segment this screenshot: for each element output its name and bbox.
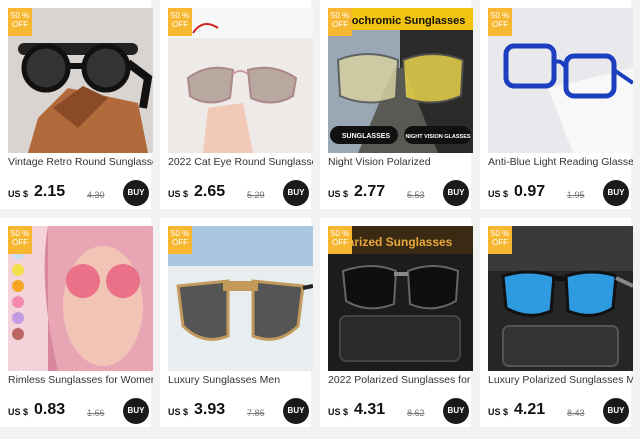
product-image[interactable]: 50 % OFF bbox=[488, 8, 633, 153]
price-row: US $ 0.83 1.66 BUY bbox=[8, 398, 153, 424]
image-label-left: SUNGLASSES bbox=[342, 133, 391, 140]
discount-badge: 50 % OFF bbox=[8, 8, 32, 36]
product-title[interactable]: Anti-Blue Light Reading Glasses bbox=[488, 156, 633, 168]
product-image[interactable]: 50 % OFF bbox=[168, 226, 313, 371]
buy-button[interactable]: BUY bbox=[283, 180, 309, 206]
buy-button[interactable]: BUY bbox=[603, 180, 629, 206]
price-row: US $ 4.21 8.43 BUY bbox=[488, 398, 633, 424]
price: 3.93 bbox=[194, 401, 226, 418]
product-image[interactable]: 50 % OFF bbox=[8, 226, 153, 371]
product-card[interactable]: hotochromic Sunglasses SUNGLASSES NIGHT … bbox=[320, 0, 473, 209]
price: 0.97 bbox=[514, 183, 546, 200]
price-row: US $ 2.15 4.30 BUY bbox=[8, 180, 153, 206]
product-card[interactable]: 50 % OFF Vintage Retro Round Sunglasses U… bbox=[0, 0, 153, 209]
old-price: 5.29 bbox=[247, 190, 265, 200]
old-price: 7.86 bbox=[247, 408, 265, 418]
currency: US $ bbox=[488, 189, 509, 199]
product-image[interactable]: 50 % OFF bbox=[8, 8, 153, 153]
image-banner: arized Sunglasses bbox=[348, 235, 453, 249]
discount-badge: 50 % OFF bbox=[168, 8, 192, 36]
product-title[interactable]: 2022 Cat Eye Round Sunglasses bbox=[168, 156, 313, 168]
currency: US $ bbox=[8, 189, 29, 199]
discount-badge: 50 % OFF bbox=[488, 8, 512, 36]
old-price: 8.62 bbox=[407, 408, 425, 418]
product-image[interactable]: arized Sunglasses 50 % OFF bbox=[328, 226, 473, 371]
old-price: 8.43 bbox=[567, 408, 585, 418]
buy-button[interactable]: BUY bbox=[123, 180, 149, 206]
product-card[interactable]: 50 % OFF 2022 Cat Eye Round Sunglasses US… bbox=[160, 0, 313, 209]
product-image[interactable]: 50 % OFF bbox=[168, 8, 313, 153]
discount-badge: 50 % OFF bbox=[8, 226, 32, 254]
product-card[interactable]: 50 % OFF Rimless Sunglasses for Women US … bbox=[0, 218, 153, 427]
currency: US $ bbox=[328, 189, 349, 199]
product-image[interactable]: hotochromic Sunglasses SUNGLASSES NIGHT … bbox=[328, 8, 473, 153]
buy-button[interactable]: BUY bbox=[603, 398, 629, 424]
price: 2.15 bbox=[34, 183, 66, 200]
product-title[interactable]: Luxury Polarized Sunglasses Men bbox=[488, 374, 633, 386]
price: 2.77 bbox=[354, 183, 386, 200]
buy-button[interactable]: BUY bbox=[443, 180, 469, 206]
old-price: 1.66 bbox=[87, 408, 105, 418]
product-card[interactable]: arized Sunglasses 50 % OFF 2022 Polarized… bbox=[320, 218, 473, 427]
currency: US $ bbox=[488, 407, 509, 417]
price: 2.65 bbox=[194, 183, 226, 200]
product-card[interactable]: 50 % OFF Luxury Sunglasses Men US $ 3.93 … bbox=[160, 218, 313, 427]
price: 4.31 bbox=[354, 401, 386, 418]
discount-badge: 50 % OFF bbox=[168, 226, 192, 254]
currency: US $ bbox=[168, 407, 189, 417]
price-row: US $ 0.97 1.95 BUY bbox=[488, 180, 633, 206]
price-row: US $ 2.77 5.53 BUY bbox=[328, 180, 473, 206]
currency: US $ bbox=[328, 407, 349, 417]
product-title[interactable]: Vintage Retro Round Sunglasses bbox=[8, 156, 153, 168]
buy-button[interactable]: BUY bbox=[443, 398, 469, 424]
old-price: 5.53 bbox=[407, 190, 425, 200]
price: 4.21 bbox=[514, 401, 546, 418]
product-title[interactable]: Night Vision Polarized bbox=[328, 156, 473, 168]
product-title[interactable]: Rimless Sunglasses for Women bbox=[8, 374, 153, 386]
product-title[interactable]: Luxury Sunglasses Men bbox=[168, 374, 313, 386]
product-card[interactable]: 50 % OFF Anti-Blue Light Reading Glasses … bbox=[480, 0, 633, 209]
buy-button[interactable]: BUY bbox=[283, 398, 309, 424]
image-label-right: NIGHT VISION GLASSES bbox=[405, 134, 470, 140]
price: 0.83 bbox=[34, 401, 66, 418]
product-card[interactable]: 50 % OFF Luxury Polarized Sunglasses Men … bbox=[480, 218, 633, 427]
product-image[interactable]: 50 % OFF bbox=[488, 226, 633, 371]
old-price: 1.95 bbox=[567, 190, 585, 200]
price-row: US $ 2.65 5.29 BUY bbox=[168, 180, 313, 206]
discount-badge: 50 % OFF bbox=[328, 8, 352, 36]
product-grid: 50 % OFF Vintage Retro Round Sunglasses U… bbox=[0, 0, 640, 439]
old-price: 4.30 bbox=[87, 190, 105, 200]
currency: US $ bbox=[168, 189, 189, 199]
product-title[interactable]: 2022 Polarized Sunglasses for bbox=[328, 374, 473, 386]
currency: US $ bbox=[8, 407, 29, 417]
buy-button[interactable]: BUY bbox=[123, 398, 149, 424]
discount-badge: 50 % OFF bbox=[488, 226, 512, 254]
price-row: US $ 3.93 7.86 BUY bbox=[168, 398, 313, 424]
image-banner: hotochromic Sunglasses bbox=[335, 15, 466, 27]
discount-badge: 50 % OFF bbox=[328, 226, 352, 254]
price-row: US $ 4.31 8.62 BUY bbox=[328, 398, 473, 424]
